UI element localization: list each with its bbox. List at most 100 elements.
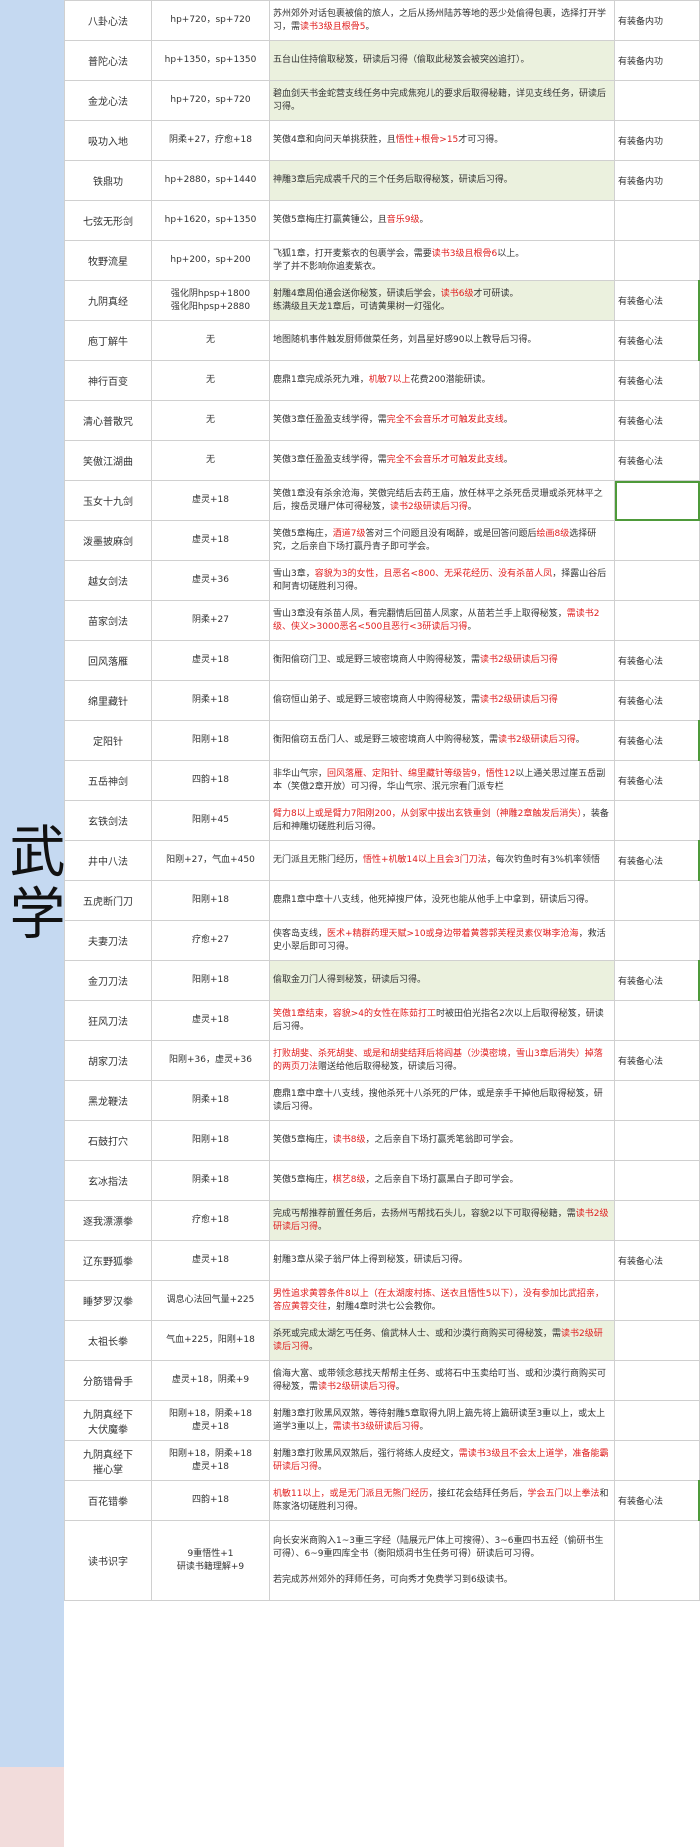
skill-name-cell: 分筋错骨手: [64, 1360, 152, 1401]
equip-note-cell: 有装备心法: [614, 400, 700, 441]
skill-attribute-cell: 阳刚+36，虚灵+36: [151, 1040, 270, 1081]
highlighted-requirement: 读书3级且根骨6: [431, 248, 498, 259]
skill-description-cell: 地图随机事件触发厨师做菜任务，刘昌星好感90以上教导后习得。: [269, 320, 615, 361]
description-text: 无门派且无熊门经历，: [273, 855, 364, 865]
table-row: 绵里藏针 阴柔+18 偷窃恒山弟子、或是野三坡密境商人中购得秘笈，需读书2级研读后习…: [64, 680, 700, 721]
highlighted-requirement: 笑傲1章结束，容貌>4的女性在陈茹打工: [273, 1008, 436, 1019]
table-row: 太祖长拳 气血+225，阳刚+18 杀死或完成太湖乞丐任务、偷武林人士、或和沙漠行商…: [64, 1320, 700, 1361]
skill-description-cell: 男性追求黄蓉条件8以上（在太湖废村拣、送衣且悟性5以下），没有参加比武招亲，答应…: [269, 1280, 615, 1321]
equip-note-cell: [614, 1080, 700, 1121]
highlighted-requirement: 读书3级且根骨5: [300, 21, 366, 32]
highlighted-requirement: 棋艺8级: [332, 1175, 366, 1185]
skill-attribute-cell: 阳刚+18: [151, 720, 270, 761]
skill-attribute-cell: 阳刚+27，气血+450: [151, 840, 270, 881]
skill-name-cell: 读书识字: [64, 1520, 152, 1601]
highlighted-requirement: 臂力8以上或是臂力7阳刚200，从剑冢中拔出玄铁重剑（神雕2章触发后消失）: [273, 808, 582, 819]
skill-name-cell: 太祖长拳: [64, 1320, 152, 1361]
skill-name-cell: 神行百变: [64, 360, 152, 401]
skill-description-cell: 笑傲3章任盈盈支线学得，需完全不会音乐才可触发此支线。: [269, 400, 615, 441]
skill-name-cell: 黑龙鞭法: [64, 1080, 152, 1121]
skill-attribute-cell: 无: [151, 440, 270, 481]
skill-description-cell: 笑傲1章没有杀余沧海，笑傲完结后去药王庙，放任林平之杀死岳灵珊或杀死林平之后，搜…: [269, 480, 615, 521]
highlighted-requirement: 学会五门以上拳法: [527, 1488, 600, 1499]
description-text: 答对三个问题且没有喝醉，或是回答问题后: [365, 528, 537, 539]
skill-attribute-cell: 疗愈+18: [151, 1200, 270, 1241]
equip-note-cell: 有装备心法: [614, 440, 700, 481]
equip-note-cell: [614, 520, 700, 561]
description-text: 才可习得。: [458, 135, 504, 145]
description-text: 。: [503, 415, 513, 425]
highlighted-requirement: 完全不会音乐才可触发此支线: [386, 455, 504, 465]
skill-attribute-cell: 四韵+18: [151, 1480, 270, 1521]
skill-attribute-cell: hp+200，sp+200: [151, 240, 270, 281]
equip-note-cell[interactable]: [614, 480, 700, 521]
skill-name-cell: 泼墨披麻剑: [64, 520, 152, 561]
table-row: 夫妻刀法 疗愈+27 侠客岛支线，医术+精群药理天赋>10或身边带着黄蓉郭芙程灵素仪…: [64, 920, 700, 961]
description-text: 偷窃恒山弟子、或是野三坡密境商人中购得秘笈，需: [273, 695, 481, 705]
equip-note-cell: [614, 1360, 700, 1401]
table-row: 普陀心法 hp+1350，sp+1350 五台山住持偷取秘笈，研读后习得（偷取此秘笈…: [64, 40, 700, 81]
skill-description-cell: 杀死或完成太湖乞丐任务、偷武林人士、或和沙漠行商购买可得秘笈，需读书2级研读后习…: [269, 1320, 615, 1361]
skill-attribute-cell: 阴柔+18: [151, 1080, 270, 1121]
equip-note-cell: [614, 1520, 700, 1601]
equip-note-cell: [614, 1120, 700, 1161]
skill-name-cell: 八卦心法: [64, 0, 152, 41]
skill-attribute-cell: 虚灵+18: [151, 1240, 270, 1281]
description-text: 。: [365, 21, 375, 32]
description-text: 碧血剑天书金蛇营支线任务中完成焦宛儿的要求后取得秘籍，详见支线任务，研读后习得。: [273, 88, 607, 112]
table-row: 狂风刀法 虚灵+18 笑傲1章结束，容貌>4的女性在陈茹打工时被田伯光指名2次以上后…: [64, 1000, 700, 1041]
equip-note-cell: [614, 200, 700, 241]
skill-description-cell: 射雕3章从梁子翁尸体上得到秘笈，研读后习得。: [269, 1240, 615, 1281]
description-text: 偷取金刀门人得到秘笈，研读后习得。: [273, 975, 427, 985]
equip-note-cell: 有装备心法: [614, 360, 700, 401]
equip-note-cell: 有装备心法: [614, 1040, 700, 1081]
description-text: 射雕3章从梁子翁尸体上得到秘笈，研读后习得。: [273, 1255, 468, 1265]
skill-attribute-cell: 阳刚+45: [151, 800, 270, 841]
highlighted-requirement: 读书2级研读后习得: [318, 1381, 396, 1392]
highlighted-requirement: 酒道7级: [332, 528, 366, 539]
skill-attribute-cell: 阳刚+18: [151, 960, 270, 1001]
skill-description-cell: 无门派且无熊门经历，悟性+机敏14以上且会3门刀法，每次钓鱼时有3%机率领悟: [269, 840, 615, 881]
skill-description-cell: 碧血剑天书金蛇营支线任务中完成焦宛儿的要求后取得秘籍，详见支线任务，研读后习得。: [269, 80, 615, 121]
highlighted-requirement: 容貌为3的女性，且恶名<800、无采花经历、没有杀苗人凤: [314, 568, 553, 579]
skill-name-cell: 九阴真经: [64, 280, 152, 321]
skill-description-cell: 机敏11以上，或是无门派且无熊门经历，接红花会结拜任务后，学会五门以上拳法和陈家…: [269, 1480, 615, 1521]
description-text: 笑傲5章梅庄，: [273, 1135, 333, 1145]
skill-description-cell: 苏州郊外对话包裹被偷的旅人，之后从扬州陆苏等地的恶少处偷得包裹，选择打开学习，需…: [269, 0, 615, 41]
skill-name-cell: 清心普散咒: [64, 400, 152, 441]
description-text: 。: [318, 1221, 328, 1232]
skill-name-cell: 回风落雁: [64, 640, 152, 681]
table-row: 玉女十九剑 虚灵+18 笑傲1章没有杀余沧海，笑傲完结后去药王庙，放任林平之杀死岳灵…: [64, 480, 700, 521]
description-text: 非华山气宗，: [273, 768, 328, 779]
description-text: 飞狐1章，打开麦紫衣的包裹学会，需要: [273, 248, 432, 259]
category-column-wuxue: 武学: [0, 0, 65, 1767]
skill-name-cell: 笑傲江湖曲: [64, 440, 152, 481]
equip-note-cell: [614, 1280, 700, 1321]
skill-name-cell: 金龙心法: [64, 80, 152, 121]
skill-description-cell: 射雕3章打败黑风双煞，等待射雕5章取得九阴上篇先将上篇研读至3重以上，或太上道学…: [269, 1400, 615, 1441]
skill-description-cell: 五台山住持偷取秘笈，研读后习得（偷取此秘笈会被突凶追打）。: [269, 40, 615, 81]
equip-note-cell: [614, 1440, 700, 1481]
description-text: 笑傲5章梅庄，: [273, 1175, 333, 1185]
table-row: 吸功入地 阴柔+27，疗愈+18 笑傲4章和向问天单挑获胜，且悟性+根骨>15才可习…: [64, 120, 700, 161]
description-text: 鹿鼎1章中章十八支线，搜他杀死十八杀死的尸体，或是亲手干掉他后取得秘笈，研读后习…: [273, 1088, 603, 1112]
skill-description-cell: 笑傲5章梅庄，读书8级，之后亲自下场打赢秃笔翁即可学会。: [269, 1120, 615, 1161]
table-row: 百花错拳 四韵+18 机敏11以上，或是无门派且无熊门经历，接红花会结拜任务后，学会…: [64, 1480, 700, 1521]
equip-note-cell: [614, 880, 700, 921]
skill-description-cell: 笑傲5章梅庄打赢黄锺公，且音乐9级。: [269, 200, 615, 241]
skill-description-cell: 雪山3章没有杀苗人凤，看完翻情后回苗人凤家，从苗若兰手上取得秘笈，需读书2级、侠…: [269, 600, 615, 641]
table-row: 铁鼎功 hp+2880，sp+1440 神雕3章后完成裘千尺的三个任务后取得秘笈，研…: [64, 160, 700, 201]
skill-attribute-cell: 无: [151, 360, 270, 401]
description-text: 雪山3章，: [273, 568, 315, 579]
table-row: 七弦无形剑 hp+1620，sp+1350 笑傲5章梅庄打赢黄锺公，且音乐9级。: [64, 200, 700, 241]
skill-name-cell: 夫妻刀法: [64, 920, 152, 961]
table-row: 五岳神剑 四韵+18 非华山气宗，回风落雁、定阳针、绵里藏针等级皆9，悟性12以上通…: [64, 760, 700, 801]
table-row: 九阴真经 强化阴hpsp+1800 强化阳hpsp+2880 射雕4章周伯通会送你秘笈…: [64, 280, 700, 321]
description-text: 学了并不影响你追麦紫衣。: [273, 261, 382, 272]
skill-name-cell: 绵里藏针: [64, 680, 152, 721]
skill-description-cell: 雪山3章，容貌为3的女性，且恶名<800、无采花经历、没有杀苗人凤，择露山谷后和…: [269, 560, 615, 601]
skill-attribute-cell: 虚灵+18: [151, 1000, 270, 1041]
table-row: 金刀刀法 阳刚+18 偷取金刀门人得到秘笈，研读后习得。 有装备心法: [64, 960, 700, 1001]
table-row: 睡梦罗汉拳 调息心法回气量+225 男性追求黄蓉条件8以上（在太湖废村拣、送衣且悟性…: [64, 1280, 700, 1321]
equip-note-cell: [614, 560, 700, 601]
